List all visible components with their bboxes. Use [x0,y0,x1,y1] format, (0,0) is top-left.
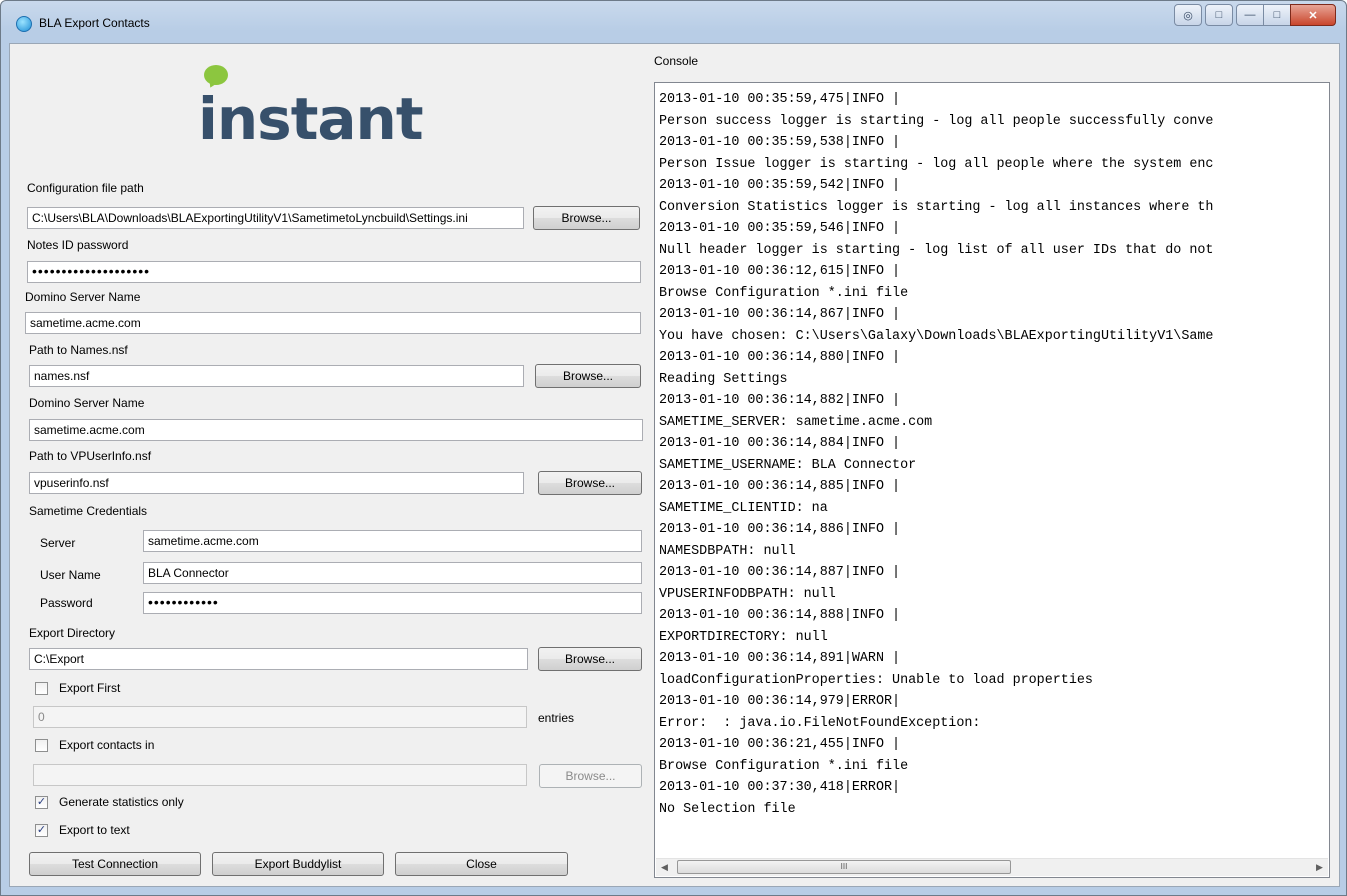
generate-statistics-checkbox[interactable]: ✓ [35,796,48,809]
console-label: Console [654,54,699,68]
close-button[interactable]: Close [395,852,568,876]
server-input[interactable]: sametime.acme.com [143,530,642,552]
console-line: 2013-01-10 00:36:14,888|INFO | [659,608,901,623]
test-connection-button[interactable]: Test Connection [29,852,201,876]
console-line: Conversion Statistics logger is starting… [659,199,1214,215]
export-directory-browse-button[interactable]: Browse... [538,647,642,671]
maximize-button[interactable]: □ [1263,4,1291,26]
console-line: Null header logger is starting - log lis… [659,242,1214,258]
logo-text: instant [198,85,424,153]
export-first-checkbox[interactable] [35,682,48,695]
console-line: EXPORTDIRECTORY: null [659,629,828,645]
domino-server-label: Domino Server Name [25,290,141,304]
console-line: 2013-01-10 00:36:14,887|INFO | [659,565,901,580]
username-input[interactable]: BLA Connector [143,562,642,584]
username-label: User Name [40,568,101,582]
domino-server-input[interactable]: sametime.acme.com [25,312,641,334]
console-line: 2013-01-10 00:36:14,886|INFO | [659,522,901,537]
names-browse-button[interactable]: Browse... [535,364,641,388]
config-browse-button[interactable]: Browse... [533,206,640,230]
export-buddylist-button[interactable]: Export Buddylist [212,852,384,876]
password-label: Password [40,596,93,610]
console-line: SAMETIME_SERVER: sametime.acme.com [659,414,933,430]
scroll-thumb[interactable]: III [677,860,1011,874]
horizontal-scrollbar[interactable]: ◀ III ▶ [656,858,1328,876]
console-line: SAMETIME_CLIENTID: na [659,500,828,516]
restore-window-icon[interactable]: □ [1205,4,1233,26]
password-input[interactable]: •••••••••••• [143,592,642,614]
export-directory-label: Export Directory [29,626,116,640]
window-title: BLA Export Contacts [39,16,150,30]
domino-server-input-2[interactable]: sametime.acme.com [29,419,643,441]
console-line: 2013-01-10 00:36:14,979|ERROR| [659,694,901,709]
server-label: Server [40,536,76,550]
console-line: 2013-01-10 00:36:14,885|INFO | [659,479,901,494]
notes-id-password-input[interactable]: •••••••••••••••••••• [27,261,641,283]
console-line: 2013-01-10 00:36:12,615|INFO | [659,264,901,279]
title-bar-buttons: ◎ □ — □ ✕ [1174,4,1336,26]
vpuserinfo-path-input[interactable]: vpuserinfo.nsf [29,472,524,494]
console-line: Browse Configuration *.ini file [659,285,909,301]
scroll-right-arrow-icon[interactable]: ▶ [1311,859,1328,876]
export-first-label: Export First [59,681,121,695]
entries-label: entries [538,711,575,725]
app-window: BLA Export Contacts ◎ □ — □ ✕ instant Co… [0,0,1347,896]
export-directory-input[interactable]: C:\Export [29,648,528,670]
title-bar: BLA Export Contacts ◎ □ — □ ✕ [1,1,1346,43]
console-output[interactable]: 2013-01-10 00:35:59,475|INFO | Person suc… [654,82,1330,878]
console-line: NAMESDBPATH: null [659,543,796,559]
console-line: 2013-01-10 00:35:59,475|INFO | [659,92,901,107]
console-line: Person Issue logger is starting - log al… [659,156,1214,172]
export-contacts-in-checkbox[interactable] [35,739,48,752]
console-line: SAMETIME_USERNAME: BLA Connector [659,457,917,473]
console-line: Browse Configuration *.ini file [659,758,909,774]
generate-statistics-label: Generate statistics only [59,795,184,809]
names-path-label: Path to Names.nsf [29,343,128,357]
console-line: Error: : java.io.FileNotFoundException: [659,715,981,731]
console-line: 2013-01-10 00:36:14,891|WARN | [659,651,901,666]
export-contacts-in-input[interactable] [33,764,527,786]
console-line: 2013-01-10 00:35:59,538|INFO | [659,135,901,150]
close-window-button[interactable]: ✕ [1290,4,1336,26]
domino-server-label-2: Domino Server Name [29,396,145,410]
console-line: 2013-01-10 00:36:14,882|INFO | [659,393,901,408]
export-contacts-in-label: Export contacts in [59,738,155,752]
sametime-credentials-label: Sametime Credentials [29,504,148,518]
client-area: instant Configuration file path C:\Users… [9,43,1340,887]
console-line: 2013-01-10 00:36:21,455|INFO | [659,737,901,752]
app-icon [16,16,32,32]
console-line: Person success logger is starting - log … [659,113,1214,129]
notes-id-password-label: Notes ID password [27,238,129,252]
console-line: 2013-01-10 00:36:14,884|INFO | [659,436,901,451]
minimize-button[interactable]: — [1236,4,1264,26]
vpuserinfo-path-label: Path to VPUserInfo.nsf [29,449,152,463]
export-first-entries-input[interactable]: 0 [33,706,527,728]
config-path-input[interactable]: C:\Users\BLA\Downloads\BLAExportingUtili… [27,207,524,229]
console-line: 2013-01-10 00:35:59,542|INFO | [659,178,901,193]
vpuserinfo-browse-button[interactable]: Browse... [538,471,642,495]
export-contacts-in-browse-button[interactable]: Browse... [539,764,642,788]
console-line: Reading Settings [659,371,788,387]
console-line: You have chosen: C:\Users\Galaxy\Downloa… [659,328,1214,344]
console-line: No Selection file [659,801,796,817]
pin-icon[interactable]: ◎ [1174,4,1202,26]
config-path-label: Configuration file path [27,181,144,195]
console-line: loadConfigurationProperties: Unable to l… [659,672,1093,688]
console-line: VPUSERINFODBPATH: null [659,586,836,602]
export-to-text-checkbox[interactable]: ✓ [35,824,48,837]
console-line: 2013-01-10 00:36:14,867|INFO | [659,307,901,322]
scroll-left-arrow-icon[interactable]: ◀ [656,859,673,876]
console-lines: 2013-01-10 00:35:59,475|INFO | Person suc… [659,89,1329,820]
console-line: 2013-01-10 00:36:14,880|INFO | [659,350,901,365]
export-to-text-label: Export to text [59,823,130,837]
names-path-input[interactable]: names.nsf [29,365,524,387]
console-line: 2013-01-10 00:37:30,418|ERROR| [659,780,901,795]
console-line: 2013-01-10 00:35:59,546|INFO | [659,221,901,236]
